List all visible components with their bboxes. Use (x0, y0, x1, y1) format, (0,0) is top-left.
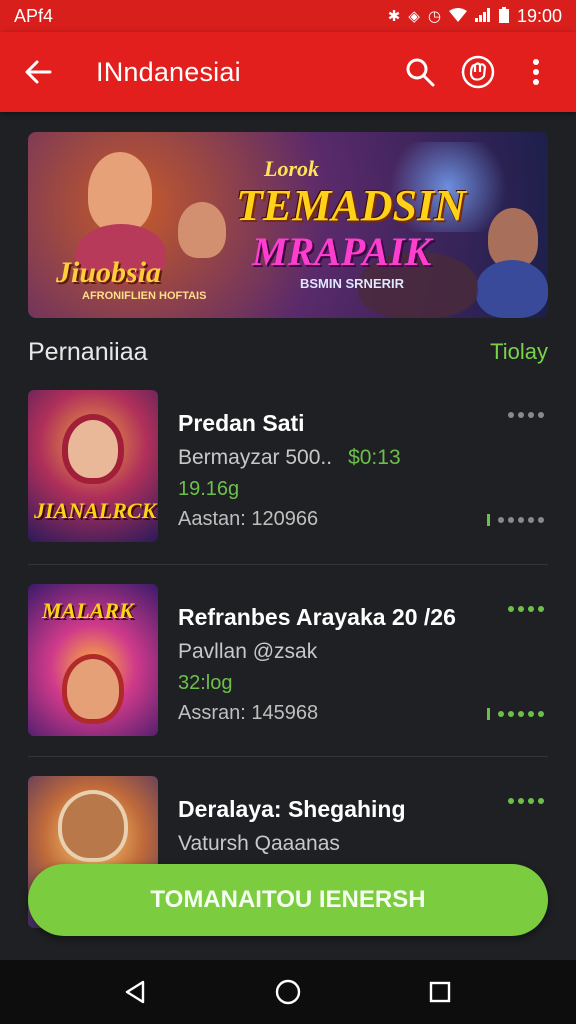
item-rating-icon (487, 708, 544, 720)
nav-recents-icon (429, 981, 451, 1003)
item-price: $0:13 (348, 446, 401, 469)
item-meta: Aastan: 120966 (178, 508, 319, 530)
banner-hero-right (488, 208, 538, 268)
wifi-icon (448, 7, 467, 25)
item-subtitle: Pavllan @zsak (178, 640, 318, 663)
banner-logo-subtitle: AFRONIFLIEN HOFTAIS (82, 290, 207, 302)
list-item[interactable]: JIANALRCK Predan Sati Bermayzar 500.. $0:… (28, 390, 548, 546)
item-thumbnail: JIANALRCK (28, 390, 158, 542)
bluetooth-icon: ✱ (387, 7, 401, 25)
banner-hero-right-body (476, 260, 548, 318)
battery-icon (498, 6, 509, 26)
primary-cta-button[interactable]: TOMANAITOU IENERSH (28, 864, 548, 936)
status-time: 19:00 (516, 5, 562, 26)
banner-headline: TEMADSIN (236, 181, 466, 230)
item-size: 19.16g (178, 478, 240, 500)
search-button[interactable] (396, 48, 444, 96)
nav-back-button[interactable] (112, 968, 160, 1016)
status-bar: APf4 ✱ ◈ ◷ 19:00 (0, 0, 576, 32)
status-icons: ✱ ◈ ◷ 19:00 (388, 6, 562, 27)
item-thumbnail: MALARK (28, 584, 158, 736)
nav-home-icon (275, 979, 301, 1005)
item-menu-icon[interactable] (508, 412, 544, 418)
back-button[interactable] (16, 50, 60, 94)
app-bar: INndanesiai (0, 32, 576, 112)
nav-home-button[interactable] (264, 968, 312, 1016)
thumbnail-character (58, 790, 128, 862)
banner-headline-small: Lorok (264, 156, 319, 181)
thumbnail-title: JIANALRCK (34, 498, 157, 523)
fist-icon (461, 55, 495, 89)
thumbnail-character (62, 654, 124, 724)
system-nav-bar (0, 960, 576, 1024)
banner-hero-left (88, 152, 152, 232)
item-name: Refranbes Arayaka 20 /26 (178, 604, 456, 630)
banner-hero-middle (178, 202, 226, 258)
search-icon (406, 58, 435, 87)
section-link[interactable]: Tiolay (490, 339, 548, 365)
item-subtitle-text: Bermayzar 500.. (178, 446, 333, 469)
item-subtitle: Vatursh Qaaanas (178, 832, 340, 855)
back-arrow-icon (25, 60, 52, 84)
profile-button[interactable] (454, 48, 502, 96)
item-subtitle: Bermayzar 500.. $0:13 (178, 446, 401, 470)
item-name: Predan Sati (178, 410, 305, 436)
list-item[interactable]: MALARK Refranbes Arayaka 20 /26 Pavllan … (28, 584, 548, 740)
divider (28, 756, 548, 757)
thumbnail-title: MALARK (42, 598, 134, 623)
item-rating-icon (487, 514, 544, 526)
more-options-button[interactable] (512, 48, 560, 96)
more-vert-icon (533, 59, 539, 85)
banner-tagline: BSMIN SRNERIR (300, 276, 405, 291)
item-size: 32:log (178, 672, 233, 694)
section-header: Pernaniiaa Tiolay (28, 336, 548, 368)
nav-recents-button[interactable] (416, 968, 464, 1016)
banner-logo: Jiuobsia (56, 256, 162, 289)
item-menu-icon[interactable] (508, 798, 544, 804)
item-name: Deralaya: Shegahing (178, 796, 406, 822)
app-title: INndanesiai (96, 56, 241, 87)
item-menu-icon[interactable] (508, 606, 544, 612)
item-meta: Assran: 145968 (178, 702, 319, 724)
thumbnail-character (62, 414, 124, 484)
shield-icon: ◈ (408, 7, 420, 25)
signal-icon (474, 7, 491, 25)
alarm-icon: ◷ (427, 7, 441, 25)
status-carrier: APf4 (14, 5, 54, 26)
section-title: Pernaniiaa (28, 337, 148, 366)
featured-banner[interactable]: Lorok TEMADSIN MRAPAIK BSMIN SRNERIR Jiu… (28, 132, 548, 318)
nav-back-icon (125, 980, 145, 1004)
divider (28, 564, 548, 565)
banner-headline-secondary: MRAPAIK (252, 229, 432, 274)
